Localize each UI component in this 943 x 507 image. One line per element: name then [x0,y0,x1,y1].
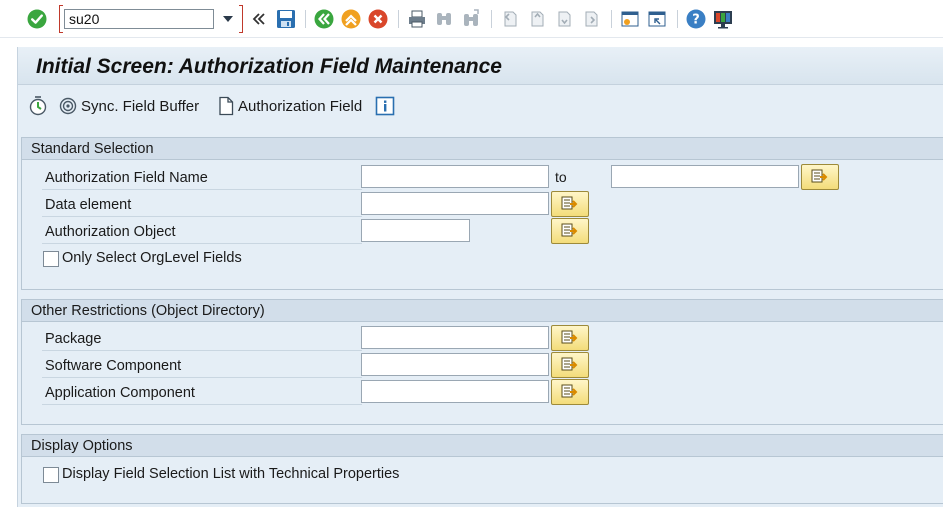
next-page-icon[interactable] [553,8,575,30]
cancel-icon[interactable] [367,8,389,30]
execute-icon [29,96,47,116]
page-title: Initial Screen: Authorization Field Main… [36,55,502,78]
last-page-icon[interactable] [580,8,602,30]
display-options-group: Display Options Display Field Selection … [21,434,943,504]
other-restrictions-group: Other Restrictions (Object Directory) Pa… [21,299,943,425]
save-icon[interactable] [275,8,297,30]
toolbar-separator [398,10,399,28]
row-divider [42,243,362,244]
other-restrictions-title: Other Restrictions (Object Directory) [31,303,265,319]
application-toolbar: Sync. Field Buffer Authorization Field [18,86,943,126]
execute-button[interactable] [28,95,51,117]
range-to-label: to [555,169,567,185]
create-session-icon[interactable] [619,8,641,30]
standard-selection-header: Standard Selection [22,138,943,160]
authorization-field-button[interactable]: Authorization Field [217,95,362,117]
only-orglevel-label: Only Select OrgLevel Fields [62,250,242,266]
sync-field-buffer-button[interactable]: Sync. Field Buffer [58,95,199,117]
software-component-input[interactable] [361,353,549,376]
only-orglevel-checkbox[interactable] [43,251,59,267]
data-element-input[interactable] [361,192,549,215]
title-bar: Initial Screen: Authorization Field Main… [18,47,943,85]
multiple-selection-button[interactable] [551,379,589,405]
chevron-down-icon[interactable] [220,11,236,27]
multiple-selection-button[interactable] [551,325,589,351]
auth-field-name-from-input[interactable] [361,165,549,188]
auth-object-label: Authorization Object [45,224,176,240]
multiple-selection-button[interactable] [801,164,839,190]
multiple-selection-icon [561,223,578,237]
multiple-selection-icon [561,357,578,371]
svg-text:?: ? [692,13,700,28]
multiple-selection-button[interactable] [551,352,589,378]
auth-field-name-to-input[interactable] [611,165,799,188]
system-toolbar: ? [0,0,943,38]
multiple-selection-icon [561,384,578,398]
information-button[interactable] [375,95,398,117]
enter-icon[interactable] [26,8,48,30]
help-icon[interactable]: ? [685,8,707,30]
multiple-selection-button[interactable] [551,191,589,217]
row-divider [42,216,362,217]
display-options-header: Display Options [22,435,943,457]
sync-icon [59,97,77,115]
toolbar-separator [305,10,306,28]
previous-page-icon[interactable] [526,8,548,30]
standard-selection-group: Standard Selection Authorization Field N… [21,137,943,290]
row-divider [42,350,362,351]
command-field-input[interactable] [64,9,214,29]
auth-field-name-label: Authorization Field Name [45,170,208,186]
auth-object-input[interactable] [361,219,470,242]
customize-layout-icon[interactable] [712,8,734,30]
find-icon[interactable] [433,8,455,30]
tech-properties-checkbox[interactable] [43,467,59,483]
exit-icon[interactable] [340,8,362,30]
software-component-label: Software Component [45,358,182,374]
find-next-icon[interactable] [460,8,482,30]
main-panel: Initial Screen: Authorization Field Main… [17,47,943,507]
sync-field-buffer-label: Sync. Field Buffer [81,97,200,115]
print-icon[interactable] [406,8,428,30]
multiple-selection-icon [811,169,828,183]
row-divider [42,404,362,405]
toolbar-separator [491,10,492,28]
standard-selection-title: Standard Selection [31,141,154,157]
application-component-input[interactable] [361,380,549,403]
multiple-selection-icon [561,196,578,210]
document-icon [219,96,234,116]
row-divider [42,377,362,378]
package-label: Package [45,331,102,347]
package-input[interactable] [361,326,549,349]
information-icon [375,96,395,116]
data-element-label: Data element [45,197,132,213]
toolbar-separator [611,10,612,28]
command-field-container [59,4,243,34]
first-page-icon[interactable] [499,8,521,30]
multiple-selection-button[interactable] [551,218,589,244]
authorization-field-label: Authorization Field [238,97,363,115]
toolbar-separator [677,10,678,28]
create-shortcut-icon[interactable] [646,8,668,30]
row-divider [42,189,362,190]
display-options-title: Display Options [31,438,133,454]
application-component-label: Application Component [45,385,195,401]
tech-properties-label: Display Field Selection List with Techni… [62,466,400,482]
other-restrictions-header: Other Restrictions (Object Directory) [22,300,943,322]
multiple-selection-icon [561,330,578,344]
back-icon[interactable] [313,8,335,30]
command-field-collapse-icon[interactable] [248,8,270,30]
